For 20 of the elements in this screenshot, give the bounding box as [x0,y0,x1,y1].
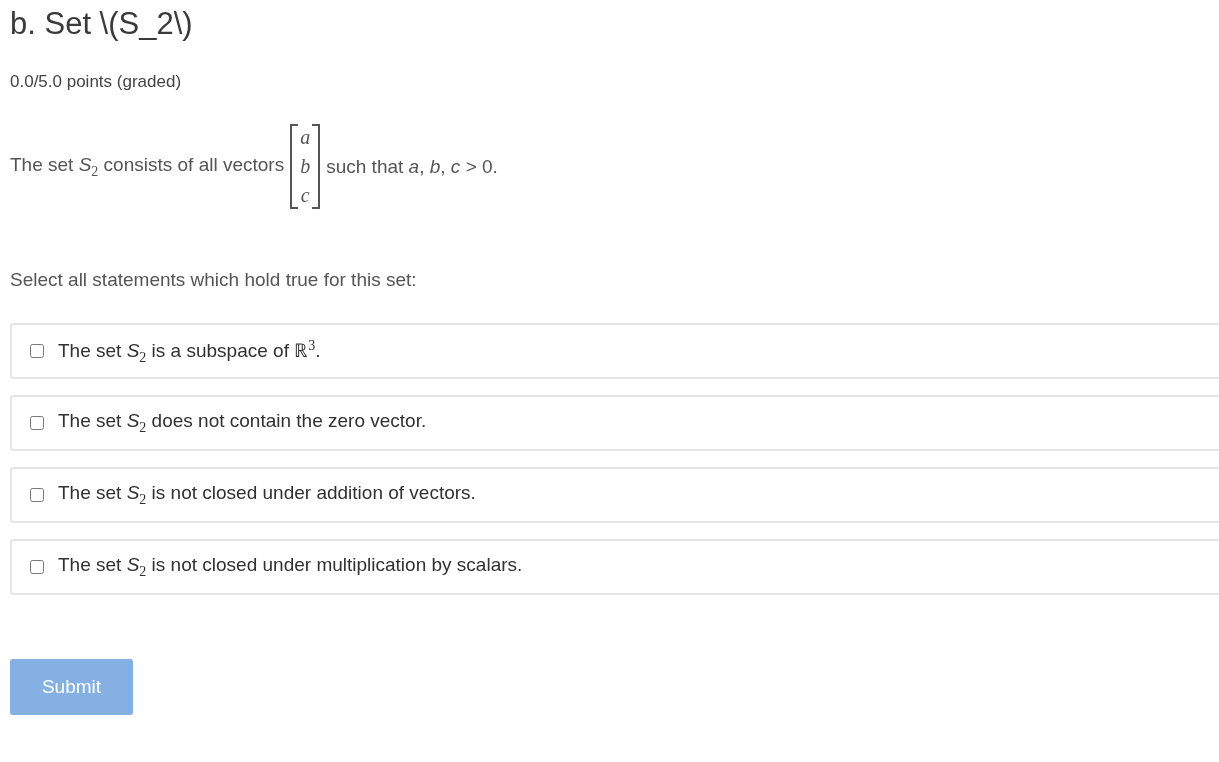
instruction-text: Select all statements which hold true for this set: [10,269,418,291]
answer-option[interactable]: The set S$_{2}$ is not closed under addition of vectors. [10,467,1219,523]
answer-option[interactable]: The set S$_{2}$ is not closed under multiplication by scalars. [10,539,1219,595]
option-text: The set S$_{2}$ is not closed under multiplication by scalars. [58,554,523,580]
checkbox[interactable] [30,560,44,574]
problem-text: such that a, b, c > 0. [326,155,498,178]
problem-text: The set S$_{2}$ consists of all vectors [10,153,285,180]
checkbox[interactable] [30,416,44,430]
option-text: The set S$_{2}$ is a subspace of ℝ$^{3}$. [58,336,321,366]
problem-title: b. Set \(S_2\) [10,6,194,42]
option-text: The set S$_{2}$ does not contain the zero vector. [58,410,427,436]
checkbox[interactable] [30,488,44,502]
points-text: 0.0/5.0 points (graded) [10,72,183,92]
matrix-entry: c [300,184,310,207]
matrix-entry: b [300,155,311,178]
matrix-entry: a [300,126,311,149]
checkbox[interactable] [30,344,44,358]
option-text: The set S$_{2}$ is not closed under addition of vectors. [58,482,476,508]
answer-option[interactable]: The set S$_{2}$ is a subspace of ℝ$^{3}$. [10,323,1219,379]
answer-option[interactable]: The set S$_{2}$ does not contain the zero vector. [10,395,1219,451]
